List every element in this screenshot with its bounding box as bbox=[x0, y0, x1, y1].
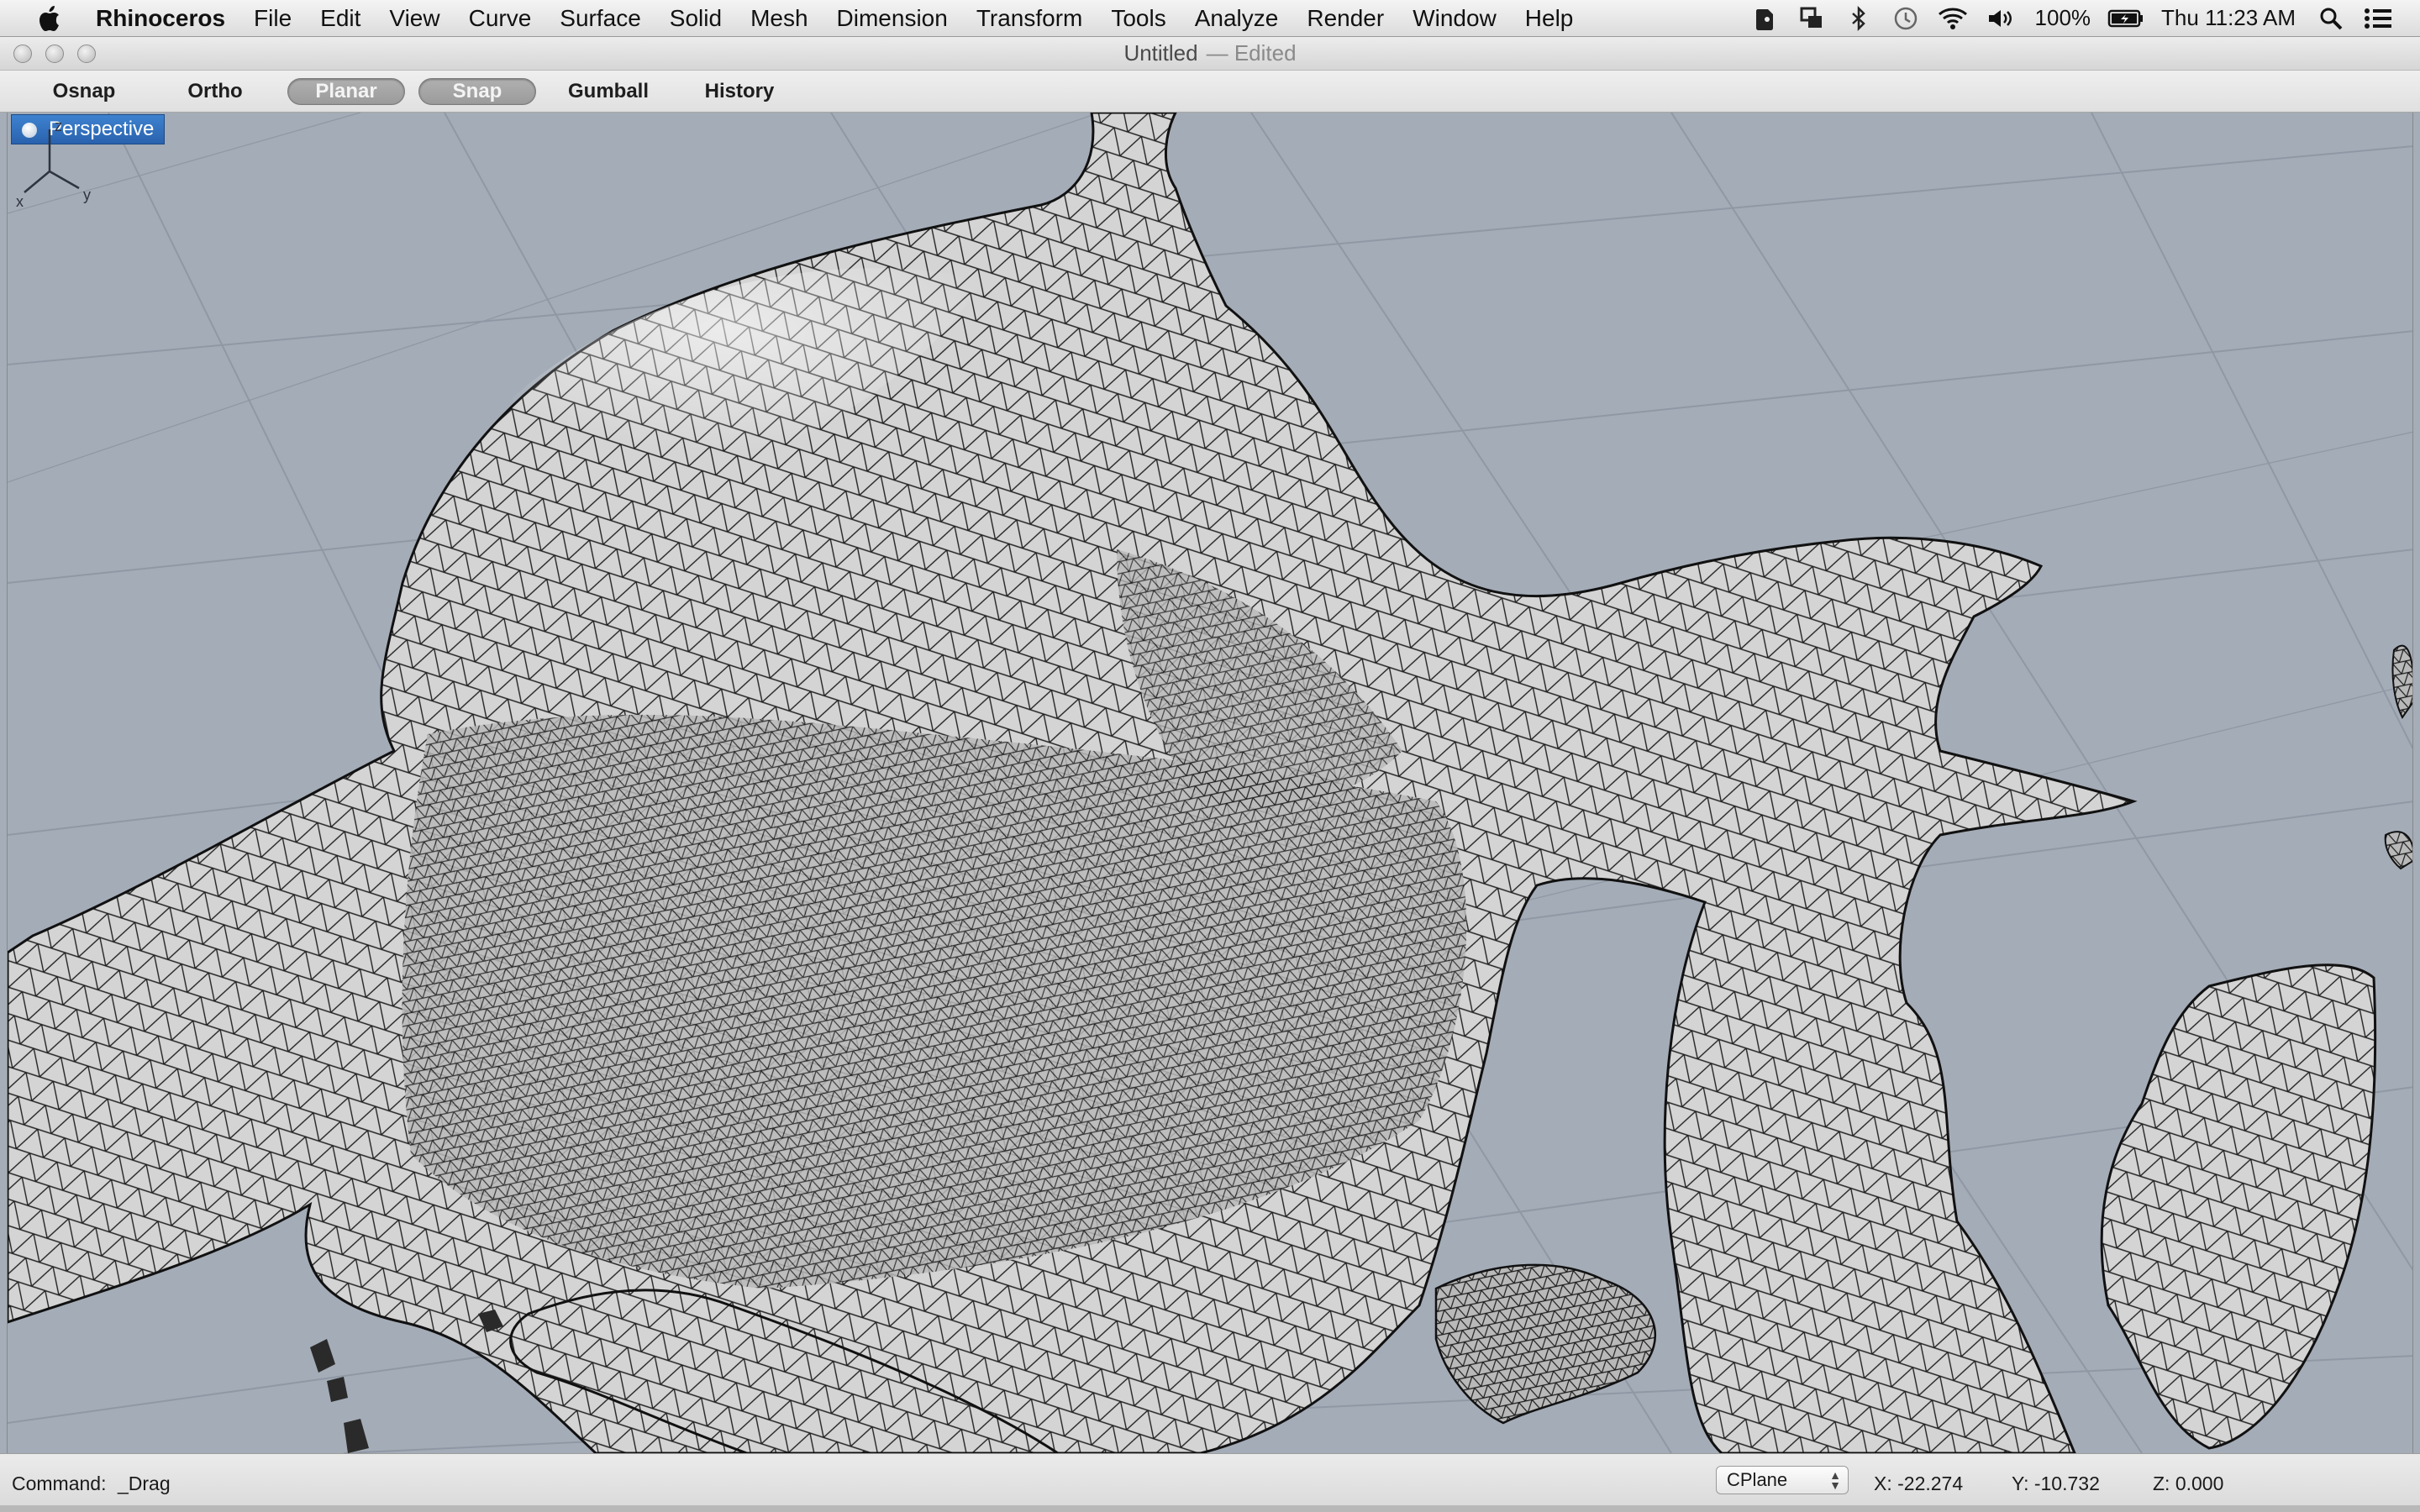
window-edited-status: — Edited bbox=[1206, 40, 1297, 66]
menu-tools[interactable]: Tools bbox=[1097, 5, 1180, 32]
osnap-toggle[interactable]: Osnap bbox=[18, 78, 150, 105]
zoom-window-button[interactable] bbox=[77, 45, 96, 63]
ortho-toggle[interactable]: Ortho bbox=[150, 78, 281, 105]
x-coordinate: X: -22.274 bbox=[1874, 1473, 1964, 1494]
menu-surface[interactable]: Surface bbox=[545, 5, 655, 32]
bluetooth-icon[interactable] bbox=[1835, 0, 1882, 37]
battery-percent: 100% bbox=[2034, 5, 2091, 30]
app-menu[interactable]: Rhinoceros bbox=[89, 5, 239, 32]
menu-render[interactable]: Render bbox=[1292, 5, 1398, 32]
window-controls bbox=[13, 45, 96, 63]
command-status-bar: Command: _Drag CPlane ▲ ▼ X: -22.274 Y: -… bbox=[0, 1453, 2420, 1512]
menu-transform[interactable]: Transform bbox=[962, 5, 1097, 32]
menu-dimension[interactable]: Dimension bbox=[823, 5, 962, 32]
window-title-bar: Untitled — Edited bbox=[0, 37, 2420, 71]
snap-toggle[interactable]: Snap bbox=[418, 77, 536, 105]
battery-icon[interactable] bbox=[2102, 0, 2149, 37]
select-arrows-icon: ▲ ▼ bbox=[1829, 1468, 1841, 1492]
menu-file[interactable]: File bbox=[239, 5, 306, 32]
window-bottom-edge bbox=[0, 1505, 2420, 1512]
menu-curve[interactable]: Curve bbox=[455, 5, 546, 32]
cplane-select[interactable]: CPlane ▲ ▼ bbox=[1716, 1466, 1849, 1494]
command-prompt-input[interactable]: _Drag bbox=[118, 1473, 171, 1495]
z-coordinate: Z: 0.000 bbox=[2153, 1473, 2224, 1494]
menu-edit[interactable]: Edit bbox=[306, 5, 375, 32]
cplane-select-value: CPlane bbox=[1727, 1469, 1788, 1490]
scanned-mesh-model[interactable] bbox=[8, 113, 2413, 1453]
axis-y-label: y bbox=[83, 186, 91, 203]
command-label: Command: bbox=[12, 1473, 107, 1494]
axis-z-label: z bbox=[55, 118, 62, 134]
time-machine-icon[interactable] bbox=[1882, 0, 1929, 37]
windows-icon[interactable] bbox=[1788, 0, 1835, 37]
history-toggle[interactable]: History bbox=[674, 78, 805, 105]
close-window-button[interactable] bbox=[13, 45, 32, 63]
menu-analyze[interactable]: Analyze bbox=[1181, 5, 1293, 32]
axis-x-label: x bbox=[16, 193, 24, 210]
menu-mesh[interactable]: Mesh bbox=[736, 5, 822, 32]
notification-center-icon[interactable] bbox=[2354, 0, 2402, 37]
gumball-toggle[interactable]: Gumball bbox=[543, 78, 674, 105]
menu-bar: Rhinoceros File Edit View Curve Surface … bbox=[0, 0, 2420, 37]
world-axes-icon: z x y bbox=[16, 118, 91, 210]
menu-help[interactable]: Help bbox=[1511, 5, 1588, 32]
perspective-viewport[interactable]: Perspective z x y bbox=[7, 113, 2413, 1453]
window-title: Untitled bbox=[1123, 40, 1198, 66]
spotlight-search-icon[interactable] bbox=[2307, 0, 2354, 37]
viewport-canvas[interactable] bbox=[8, 113, 2413, 1453]
status-menu-area: 100% Thu 11:23 AM bbox=[1741, 0, 2420, 37]
apple-menu-icon[interactable] bbox=[34, 0, 64, 37]
wifi-icon[interactable] bbox=[1929, 0, 1976, 37]
evernote-icon[interactable] bbox=[1741, 0, 1788, 37]
menu-window[interactable]: Window bbox=[1398, 5, 1511, 32]
menu-view[interactable]: View bbox=[375, 5, 454, 32]
volume-icon[interactable] bbox=[1976, 0, 2023, 37]
menu-solid[interactable]: Solid bbox=[655, 5, 736, 32]
minimize-window-button[interactable] bbox=[45, 45, 64, 63]
mode-toolbar: Osnap Ortho Planar Snap Gumball History bbox=[0, 71, 2420, 113]
planar-toggle[interactable]: Planar bbox=[287, 77, 405, 105]
clock[interactable]: Thu 11:23 AM bbox=[2149, 5, 2307, 31]
y-coordinate: Y: -10.732 bbox=[2012, 1473, 2100, 1494]
